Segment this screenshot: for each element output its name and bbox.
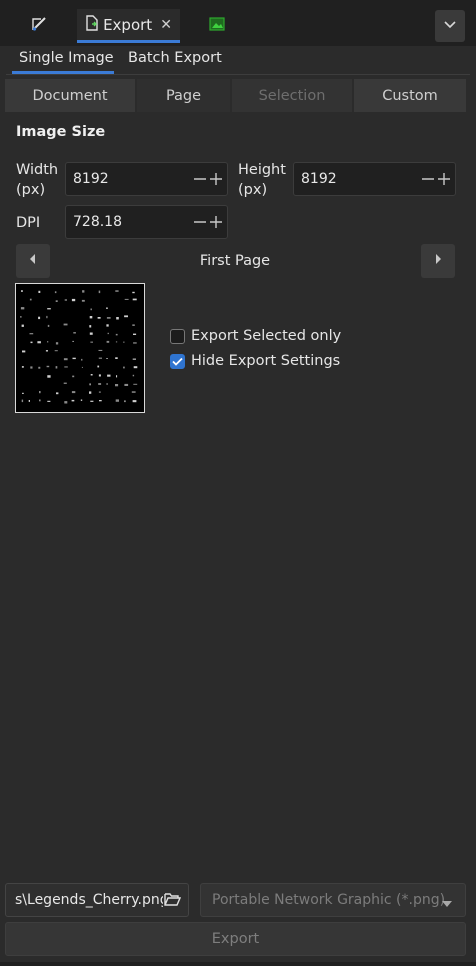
height-label: Height (px) [238,162,286,198]
bottom-edge [0,962,476,966]
dpi-label: DPI [16,215,41,231]
checkmark-icon [172,357,183,366]
section-title-image-size: Image Size [16,124,106,140]
width-field[interactable]: 8192 [65,162,228,196]
format-select[interactable]: Portable Network Graphic (*.png) [200,883,466,917]
brush-icon [30,15,48,37]
tab-export-label: Export [103,15,153,34]
segment-selection[interactable]: Selection [232,79,352,112]
close-icon[interactable]: ✕ [160,17,172,33]
subtab-batch-export[interactable]: Batch Export [128,50,222,72]
tab-brush[interactable] [5,9,73,43]
hide-settings-option[interactable]: Hide Export Settings [170,353,340,369]
export-selected-checkbox[interactable] [170,328,185,344]
dpi-field[interactable]: 728.18 [65,205,228,239]
export-file-icon [85,14,99,35]
height-field[interactable]: 8192 [293,162,456,196]
preview-thumbnail [20,290,138,404]
output-path-field[interactable]: s\Legends_Cherry.png [5,883,189,917]
export-preview-image [15,283,145,413]
next-page-button[interactable] [421,244,455,278]
divider [6,74,470,75]
export-selected-label: Export Selected only [191,328,342,344]
width-label: Width (px) [16,162,59,198]
export-selected-option[interactable]: Export Selected only [170,328,341,344]
page-label: First Page [199,253,271,269]
output-path-value: s\Legends_Cherry.png [15,892,163,908]
tab-image[interactable] [184,9,250,43]
hide-settings-checkbox[interactable] [170,353,185,369]
chevron-right-icon [433,253,443,269]
segment-page[interactable]: Page [137,79,230,112]
tab-export[interactable]: Export ✕ [77,9,180,43]
image-icon [209,17,225,35]
export-button[interactable]: Export [5,922,466,956]
subtab-single-image[interactable]: Single Image [19,50,114,72]
panel-menu-button[interactable] [435,10,465,42]
height-value: 8192 [301,171,337,187]
width-stepper[interactable] [191,169,225,189]
height-stepper[interactable] [419,169,453,189]
segment-custom[interactable]: Custom [354,79,466,112]
segment-document[interactable]: Document [5,79,135,112]
dropdown-arrow-icon [441,896,453,912]
format-value: Portable Network Graphic (*.png) [212,892,446,908]
chevron-down-icon [443,18,457,34]
hide-settings-label: Hide Export Settings [191,353,341,369]
dpi-value: 728.18 [73,214,122,230]
dpi-stepper[interactable] [191,212,225,232]
folder-open-icon[interactable] [164,892,182,911]
width-value: 8192 [73,171,109,187]
